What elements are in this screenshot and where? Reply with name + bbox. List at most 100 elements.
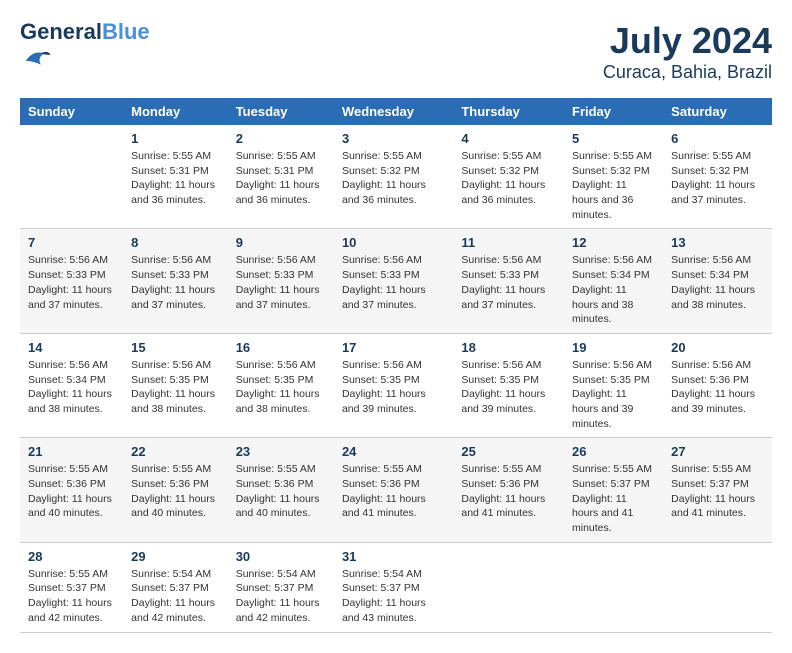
day-info: Sunrise: 5:56 AM Sunset: 5:34 PM Dayligh… <box>28 358 115 417</box>
day-number: 21 <box>28 444 115 459</box>
header-monday: Monday <box>123 98 228 125</box>
day-number: 15 <box>131 340 220 355</box>
day-number: 22 <box>131 444 220 459</box>
day-number: 20 <box>671 340 764 355</box>
table-row: 26 Sunrise: 5:55 AM Sunset: 5:37 PM Dayl… <box>564 438 663 542</box>
day-info: Sunrise: 5:55 AM Sunset: 5:36 PM Dayligh… <box>236 462 326 521</box>
table-row: 12 Sunrise: 5:56 AM Sunset: 5:34 PM Dayl… <box>564 229 663 333</box>
table-row: 17 Sunrise: 5:56 AM Sunset: 5:35 PM Dayl… <box>334 333 453 437</box>
day-number: 1 <box>131 131 220 146</box>
table-row: 24 Sunrise: 5:55 AM Sunset: 5:36 PM Dayl… <box>334 438 453 542</box>
table-row: 21 Sunrise: 5:55 AM Sunset: 5:36 PM Dayl… <box>20 438 123 542</box>
table-row: 14 Sunrise: 5:56 AM Sunset: 5:34 PM Dayl… <box>20 333 123 437</box>
day-number: 8 <box>131 235 220 250</box>
day-info: Sunrise: 5:56 AM Sunset: 5:35 PM Dayligh… <box>131 358 220 417</box>
table-row: 11 Sunrise: 5:56 AM Sunset: 5:33 PM Dayl… <box>453 229 564 333</box>
day-number: 26 <box>572 444 655 459</box>
header-row: Sunday Monday Tuesday Wednesday Thursday… <box>20 98 772 125</box>
header-friday: Friday <box>564 98 663 125</box>
day-info: Sunrise: 5:55 AM Sunset: 5:36 PM Dayligh… <box>131 462 220 521</box>
day-number: 25 <box>461 444 556 459</box>
day-info: Sunrise: 5:56 AM Sunset: 5:35 PM Dayligh… <box>461 358 556 417</box>
day-info: Sunrise: 5:54 AM Sunset: 5:37 PM Dayligh… <box>131 567 220 626</box>
day-info: Sunrise: 5:56 AM Sunset: 5:36 PM Dayligh… <box>671 358 764 417</box>
header-wednesday: Wednesday <box>334 98 453 125</box>
day-info: Sunrise: 5:55 AM Sunset: 5:36 PM Dayligh… <box>461 462 556 521</box>
table-row <box>20 125 123 229</box>
day-info: Sunrise: 5:56 AM Sunset: 5:35 PM Dayligh… <box>342 358 445 417</box>
day-number: 14 <box>28 340 115 355</box>
table-row: 6 Sunrise: 5:55 AM Sunset: 5:32 PM Dayli… <box>663 125 772 229</box>
table-row: 18 Sunrise: 5:56 AM Sunset: 5:35 PM Dayl… <box>453 333 564 437</box>
day-number: 17 <box>342 340 445 355</box>
day-info: Sunrise: 5:54 AM Sunset: 5:37 PM Dayligh… <box>236 567 326 626</box>
table-row: 16 Sunrise: 5:56 AM Sunset: 5:35 PM Dayl… <box>228 333 334 437</box>
header-tuesday: Tuesday <box>228 98 334 125</box>
day-number: 23 <box>236 444 326 459</box>
table-row <box>564 542 663 632</box>
day-info: Sunrise: 5:55 AM Sunset: 5:31 PM Dayligh… <box>131 149 220 208</box>
table-row <box>663 542 772 632</box>
logo-text: GeneralBlue <box>20 20 150 44</box>
table-row: 23 Sunrise: 5:55 AM Sunset: 5:36 PM Dayl… <box>228 438 334 542</box>
day-number: 24 <box>342 444 445 459</box>
table-row: 3 Sunrise: 5:55 AM Sunset: 5:32 PM Dayli… <box>334 125 453 229</box>
calendar-subtitle: Curaca, Bahia, Brazil <box>603 62 772 83</box>
day-number: 3 <box>342 131 445 146</box>
day-number: 18 <box>461 340 556 355</box>
table-row: 13 Sunrise: 5:56 AM Sunset: 5:34 PM Dayl… <box>663 229 772 333</box>
day-number: 28 <box>28 549 115 564</box>
day-info: Sunrise: 5:55 AM Sunset: 5:37 PM Dayligh… <box>572 462 655 535</box>
day-number: 4 <box>461 131 556 146</box>
day-number: 6 <box>671 131 764 146</box>
day-info: Sunrise: 5:55 AM Sunset: 5:32 PM Dayligh… <box>461 149 556 208</box>
table-row: 25 Sunrise: 5:55 AM Sunset: 5:36 PM Dayl… <box>453 438 564 542</box>
calendar-week-1: 1 Sunrise: 5:55 AM Sunset: 5:31 PM Dayli… <box>20 125 772 229</box>
day-number: 12 <box>572 235 655 250</box>
table-row: 28 Sunrise: 5:55 AM Sunset: 5:37 PM Dayl… <box>20 542 123 632</box>
table-row: 27 Sunrise: 5:55 AM Sunset: 5:37 PM Dayl… <box>663 438 772 542</box>
day-info: Sunrise: 5:54 AM Sunset: 5:37 PM Dayligh… <box>342 567 445 626</box>
logo-bird-icon <box>22 44 52 74</box>
day-number: 30 <box>236 549 326 564</box>
title-block: July 2024 Curaca, Bahia, Brazil <box>603 20 772 83</box>
day-info: Sunrise: 5:56 AM Sunset: 5:35 PM Dayligh… <box>572 358 655 431</box>
calendar-title: July 2024 <box>603 20 772 62</box>
table-row: 8 Sunrise: 5:56 AM Sunset: 5:33 PM Dayli… <box>123 229 228 333</box>
day-info: Sunrise: 5:55 AM Sunset: 5:36 PM Dayligh… <box>28 462 115 521</box>
table-row: 22 Sunrise: 5:55 AM Sunset: 5:36 PM Dayl… <box>123 438 228 542</box>
day-number: 9 <box>236 235 326 250</box>
table-row: 15 Sunrise: 5:56 AM Sunset: 5:35 PM Dayl… <box>123 333 228 437</box>
day-info: Sunrise: 5:56 AM Sunset: 5:33 PM Dayligh… <box>131 253 220 312</box>
table-row: 7 Sunrise: 5:56 AM Sunset: 5:33 PM Dayli… <box>20 229 123 333</box>
day-info: Sunrise: 5:56 AM Sunset: 5:33 PM Dayligh… <box>28 253 115 312</box>
day-number: 11 <box>461 235 556 250</box>
table-row: 10 Sunrise: 5:56 AM Sunset: 5:33 PM Dayl… <box>334 229 453 333</box>
day-info: Sunrise: 5:56 AM Sunset: 5:34 PM Dayligh… <box>572 253 655 326</box>
header-thursday: Thursday <box>453 98 564 125</box>
day-number: 31 <box>342 549 445 564</box>
table-row: 30 Sunrise: 5:54 AM Sunset: 5:37 PM Dayl… <box>228 542 334 632</box>
table-row: 1 Sunrise: 5:55 AM Sunset: 5:31 PM Dayli… <box>123 125 228 229</box>
day-number: 13 <box>671 235 764 250</box>
table-row: 20 Sunrise: 5:56 AM Sunset: 5:36 PM Dayl… <box>663 333 772 437</box>
day-info: Sunrise: 5:56 AM Sunset: 5:34 PM Dayligh… <box>671 253 764 312</box>
day-info: Sunrise: 5:56 AM Sunset: 5:35 PM Dayligh… <box>236 358 326 417</box>
header-saturday: Saturday <box>663 98 772 125</box>
day-info: Sunrise: 5:55 AM Sunset: 5:31 PM Dayligh… <box>236 149 326 208</box>
day-info: Sunrise: 5:55 AM Sunset: 5:37 PM Dayligh… <box>28 567 115 626</box>
day-info: Sunrise: 5:56 AM Sunset: 5:33 PM Dayligh… <box>461 253 556 312</box>
table-row: 19 Sunrise: 5:56 AM Sunset: 5:35 PM Dayl… <box>564 333 663 437</box>
day-info: Sunrise: 5:56 AM Sunset: 5:33 PM Dayligh… <box>342 253 445 312</box>
table-row: 4 Sunrise: 5:55 AM Sunset: 5:32 PM Dayli… <box>453 125 564 229</box>
logo: GeneralBlue <box>20 20 150 79</box>
day-number: 29 <box>131 549 220 564</box>
table-row <box>453 542 564 632</box>
table-row: 29 Sunrise: 5:54 AM Sunset: 5:37 PM Dayl… <box>123 542 228 632</box>
table-row: 31 Sunrise: 5:54 AM Sunset: 5:37 PM Dayl… <box>334 542 453 632</box>
day-number: 7 <box>28 235 115 250</box>
day-info: Sunrise: 5:55 AM Sunset: 5:36 PM Dayligh… <box>342 462 445 521</box>
day-number: 2 <box>236 131 326 146</box>
day-info: Sunrise: 5:55 AM Sunset: 5:32 PM Dayligh… <box>572 149 655 222</box>
calendar-week-3: 14 Sunrise: 5:56 AM Sunset: 5:34 PM Dayl… <box>20 333 772 437</box>
